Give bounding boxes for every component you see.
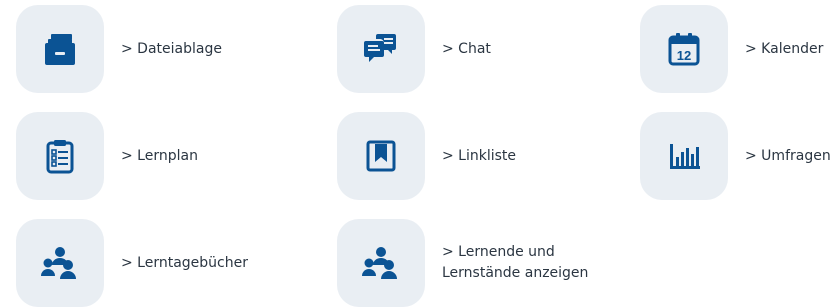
tile-label[interactable]: > Lernplan xyxy=(121,146,198,167)
users-icon xyxy=(41,247,76,279)
svg-text:12: 12 xyxy=(677,48,691,63)
tile-chat[interactable]: > Chat xyxy=(337,5,491,93)
umfragen-icon-box[interactable] xyxy=(640,112,728,200)
kalender-icon-box[interactable]: 12 xyxy=(640,5,728,93)
folder-briefcase-icon xyxy=(45,34,75,65)
tile-kalender[interactable]: 12 > Kalender xyxy=(640,5,823,93)
module-grid: > Dateiablage > Chat 12 > Kalender > Ler… xyxy=(0,0,838,308)
tile-umfragen[interactable]: > Umfragen xyxy=(640,112,831,200)
bar-chart-icon xyxy=(670,144,700,169)
linkliste-icon-box[interactable] xyxy=(337,112,425,200)
tile-label[interactable]: > Lerntagebücher xyxy=(121,253,248,274)
tile-label[interactable]: > Chat xyxy=(442,39,491,60)
tile-lernplan[interactable]: > Lernplan xyxy=(16,112,198,200)
tile-label[interactable]: > Lernende und Lernstände anzeigen xyxy=(442,242,588,284)
bookmark-icon xyxy=(366,140,396,172)
lerntagebuecher-icon-box[interactable] xyxy=(16,219,104,307)
tile-label[interactable]: > Linkliste xyxy=(442,146,516,167)
tile-lerntagebuecher[interactable]: > Lerntagebücher xyxy=(16,219,248,307)
users-icon xyxy=(362,247,397,279)
tile-label-line-2: Lernstände anzeigen xyxy=(442,265,589,281)
chat-icon-box[interactable] xyxy=(337,5,425,93)
chat-bubbles-icon xyxy=(364,34,396,62)
tile-label[interactable]: > Kalender xyxy=(745,39,823,60)
calendar-icon: 12 xyxy=(668,33,700,66)
tile-label[interactable]: > Dateiablage xyxy=(121,39,222,60)
tile-lernende-lernstaende[interactable]: > Lernende und Lernstände anzeigen xyxy=(337,219,588,307)
tile-label-line-1: > Lernende und xyxy=(442,244,555,260)
lernende-icon-box[interactable] xyxy=(337,219,425,307)
clipboard-list-icon xyxy=(46,140,74,174)
lernplan-icon-box[interactable] xyxy=(16,112,104,200)
tile-dateiablage[interactable]: > Dateiablage xyxy=(16,5,222,93)
tile-label[interactable]: > Umfragen xyxy=(745,146,831,167)
tile-linkliste[interactable]: > Linkliste xyxy=(337,112,516,200)
dateiablage-icon-box[interactable] xyxy=(16,5,104,93)
